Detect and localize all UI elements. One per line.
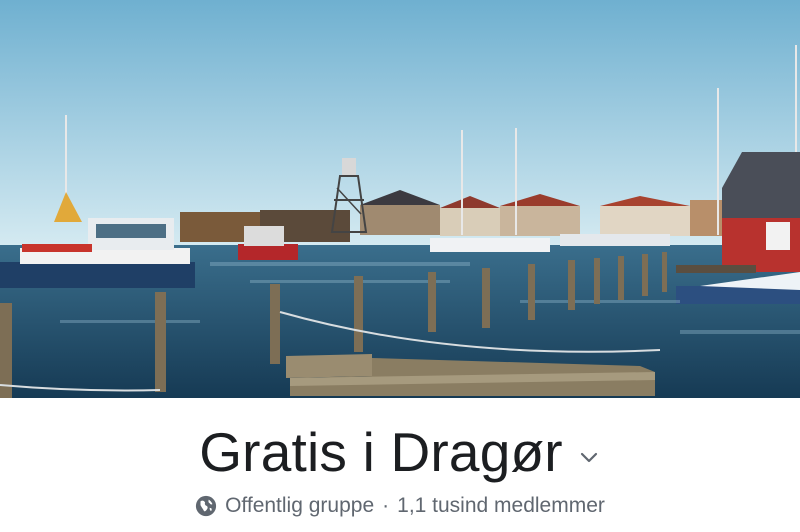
cover-photo[interactable]	[0, 0, 800, 398]
harbor-illustration	[0, 0, 800, 398]
privacy-label: Offentlig gruppe	[225, 494, 375, 517]
group-title[interactable]: Gratis i Dragør	[199, 420, 563, 484]
group-meta: Offentlig gruppe · 1,1 tusind medlemmer	[0, 494, 800, 518]
title-row: Gratis i Dragør	[0, 420, 800, 484]
chevron-down-icon[interactable]	[577, 445, 601, 469]
meta-separator: ·	[382, 494, 390, 517]
member-count[interactable]: 1,1 tusind medlemmer	[397, 494, 605, 518]
group-header: Gratis i Dragør Offentlig gruppe · 1,1 t…	[0, 398, 800, 532]
globe-icon	[195, 495, 217, 517]
